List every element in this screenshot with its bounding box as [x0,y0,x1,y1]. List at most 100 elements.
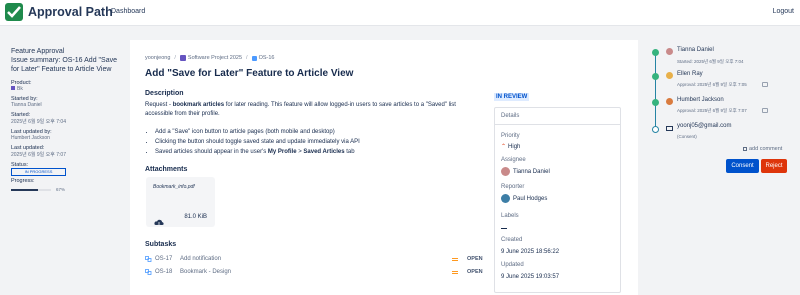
medium-priority-icon [452,258,458,261]
timeline-step-detail: Approval: 2025년 6월 9일 오후 7:05 [677,82,747,87]
attachment-card[interactable]: Bookmark_info.pdf 81.0 KiB [146,177,215,228]
subtask-key[interactable]: OS-18 [155,269,172,275]
list-item-text: Saved articles should appear in the user… [155,149,268,155]
completed-step-icon [652,99,659,106]
logout-link[interactable]: Logout [773,8,794,15]
checkbox-icon[interactable] [743,147,747,151]
list-item: Add a "Save" icon button to article page… [155,127,360,137]
product-name: Bk [17,86,23,92]
empty-dash [501,228,507,229]
description-heading: Description [145,90,184,97]
breadcrumb-user[interactable]: yoonjeong [145,55,170,61]
timeline-step-detail: Approval: 2025년 6월 9일 오후 7:07 [677,108,747,113]
last-updated-value: 2025년 6월 9일 오후 7:07 [11,152,66,158]
issue-panel: yoonjeong / Software Project 2025 / OS-1… [130,40,638,295]
breadcrumb: yoonjeong / Software Project 2025 / OS-1… [145,55,274,61]
app-name: Approval Path [28,5,113,19]
description-bold: bookmark articles [172,102,225,108]
list-item-bold-profile: My Profile [267,149,297,155]
issue-type-icon [251,55,257,61]
approval-info-panel: Feature Approval Issue summary: OS-16 Ad… [11,47,121,192]
breadcrumb-separator: / [246,55,248,61]
add-comment-checkbox[interactable]: add comment [743,146,782,152]
product-icon [11,86,15,90]
avatar [501,167,510,176]
attachment-size: 81.0 KiB [184,214,207,220]
updated-value: 9 June 2025 19:03:57 [501,274,560,280]
subtask-status: OPEN [467,269,483,275]
priority-value: ⌃ High [501,143,521,151]
timeline-step-detail: (Consent) [677,134,697,139]
reporter-value[interactable]: Paul Hodges [501,194,547,203]
timeline-step-name: Humbert Jackson [677,97,724,103]
priority-text: High [508,143,521,150]
avatar [666,72,673,79]
attachment-name: Bookmark_info.pdf [153,184,195,190]
nav-dashboard-link[interactable]: Dashboard [111,8,145,15]
top-bar: Approval Path Dashboard Logout [0,0,800,26]
pending-step-icon [652,126,659,133]
app-logo[interactable]: Approval Path [5,3,113,21]
high-priority-icon: ⌃ [501,144,507,150]
medium-priority-icon [452,271,458,274]
subtask-icon [145,269,152,277]
subtask-key[interactable]: OS-17 [155,256,172,262]
reporter-label: Reporter [501,184,525,190]
progress-bar: 67% [11,187,121,192]
avatar [666,98,673,105]
project-icon [179,55,186,61]
subtask-status: OPEN [467,256,483,262]
progress-track [11,188,51,191]
timeline-line [655,52,656,127]
description-prefix: Request - [145,102,173,108]
labels-label: Labels [501,213,519,219]
avatar [666,48,673,55]
issue-title: Add "Save for Later" Feature to Article … [145,68,354,79]
timeline-step-name: Ellen Ray [677,71,703,77]
assignee-value[interactable]: Tianna Daniel [501,167,550,176]
list-item-tail: tab [344,149,355,155]
priority-label: Priority [501,133,520,139]
checkmark-logo-icon [5,3,23,21]
comment-icon[interactable] [762,82,768,87]
labels-value [501,228,507,229]
breadcrumb-separator: / [174,55,176,61]
assignee-name: Tianna Daniel [513,168,550,175]
download-icon[interactable] [154,214,164,232]
subtask-row[interactable]: OS-18 Bookmark - Design OPEN [145,268,485,278]
breadcrumb-issue-key[interactable]: OS-16 [259,55,275,61]
attachments-heading: Attachments [145,166,188,173]
progress-percent: 67% [56,187,66,192]
assignee-label: Assignee [501,157,526,163]
progress-fill [11,188,38,191]
started-value: 2025년 6월 9일 오후 7:04 [11,119,66,125]
subtasks-heading: Subtasks [145,241,177,248]
reject-button[interactable]: Reject [761,159,787,173]
updated-label: Updated [501,262,524,268]
issue-summary: Issue summary: OS-16 Add "Save for Later… [11,57,117,73]
timeline-step-name: Tianna Daniel [677,47,714,53]
breadcrumb-project[interactable]: Software Project 2025 [188,55,242,61]
subtask-icon [145,256,152,264]
completed-step-icon [652,73,659,80]
details-panel: Details Priority ⌃ High Assignee Tianna D… [494,107,621,293]
issue-status-badge[interactable]: IN REVIEW [494,93,530,101]
progress-label: Progress: [11,178,35,184]
list-item: Clicking the button should toggle saved … [155,137,360,147]
timeline-step-name: yoonj05@gmail.com [677,123,732,129]
created-value: 9 June 2025 18:56:22 [501,249,560,255]
timeline-step-detail: Started: 2025년 6월 9일 오후 7:04 [677,59,744,64]
subtask-row[interactable]: OS-17 Add notification OPEN [145,255,485,265]
subtask-summary[interactable]: Add notification [180,256,221,262]
list-item: Saved articles should appear in the user… [155,147,360,157]
subtask-summary[interactable]: Bookmark - Design [180,269,231,275]
consent-button[interactable]: Consent [726,159,759,173]
created-label: Created [501,237,523,243]
mail-icon [666,126,673,131]
avatar [501,194,510,203]
reporter-name: Paul Hodges [513,195,548,202]
requirements-list: Add a "Save" icon button to article page… [155,127,360,157]
list-item-bold-saved: Saved Articles [303,149,345,155]
add-comment-label: add comment [749,146,783,152]
comment-icon[interactable] [762,108,768,113]
